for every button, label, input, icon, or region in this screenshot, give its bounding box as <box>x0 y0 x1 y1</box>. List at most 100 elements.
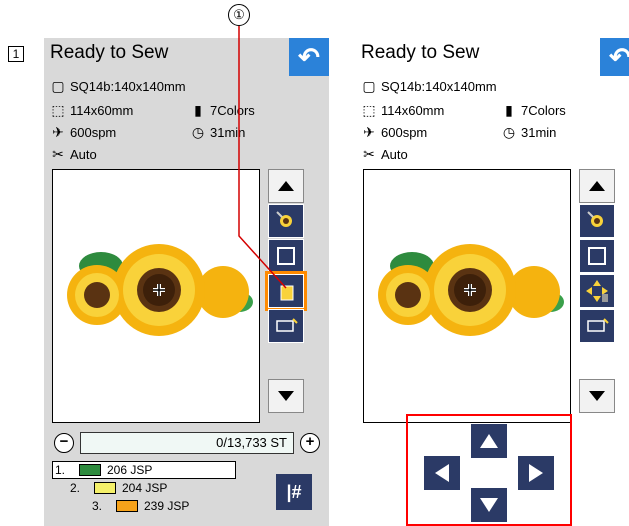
color-index: 3. <box>92 499 103 513</box>
size-info: ⬚ 114x60mm <box>50 102 133 119</box>
jog-button[interactable] <box>268 309 304 343</box>
speed-icon: ✈ <box>52 124 64 140</box>
move-arrows-icon <box>586 280 608 302</box>
scissors-icon: ✂ <box>363 146 375 162</box>
scroll-down-button[interactable] <box>268 379 304 413</box>
design-preview <box>363 169 571 423</box>
scissors-icon: ✂ <box>52 146 64 162</box>
time-info: ◷ 31min <box>501 124 557 141</box>
size-value: 114x60mm <box>70 103 134 118</box>
plus-button[interactable]: + <box>300 433 320 453</box>
arrow-up-icon <box>589 181 605 191</box>
thread-cut-value: Auto <box>70 147 97 162</box>
color-trace-button[interactable] <box>268 204 304 238</box>
trace-button[interactable] <box>579 239 615 273</box>
color-code: 206 JSP <box>107 463 153 477</box>
arrow-left-icon <box>435 464 449 482</box>
back-arrow-icon: ↶ <box>609 42 629 72</box>
panel-title: Ready to Sew <box>361 42 480 63</box>
design-size-icon: ⬚ <box>362 102 376 118</box>
thread-color-list: 1. 206 JSP 2. 204 JSP 3. 239 JSP <box>52 461 252 515</box>
back-button[interactable]: ↶ <box>289 38 329 76</box>
arrow-up-icon <box>278 181 294 191</box>
jog-button[interactable] <box>579 309 615 343</box>
jog-down-button[interactable] <box>471 488 507 522</box>
minus-button[interactable]: − <box>54 433 74 453</box>
color-trace-button[interactable] <box>579 204 615 238</box>
color-code: 239 JSP <box>144 499 190 513</box>
scroll-up-button[interactable] <box>268 169 304 203</box>
colors-info: ▮ 7Colors <box>190 102 255 119</box>
clock-icon: ◷ <box>191 124 205 140</box>
stitch-jump-button[interactable]: |# <box>276 474 312 510</box>
design-preview <box>52 169 260 423</box>
hoop-icon: ▢ <box>362 78 376 94</box>
scroll-down-button[interactable] <box>579 379 615 413</box>
thread-spool-icon: ▮ <box>505 102 513 118</box>
ready-to-sew-panel-left: Ready to Sew ↶ ▢ SQ14b:140x140mm ⬚ 114x6… <box>44 38 329 526</box>
speed-value: 600spm <box>381 125 428 140</box>
flower-icon <box>276 211 292 227</box>
list-item[interactable]: 3. 239 JSP <box>52 497 252 515</box>
ready-to-sew-panel-right: Ready to Sew ↶ ▢ SQ14b:140x140mm ⬚ 114x6… <box>355 38 629 526</box>
spool-icon <box>280 285 294 301</box>
thread-cut-info: ✂ Auto <box>361 146 408 163</box>
callout-number: ① <box>228 4 250 26</box>
speed-info: ✈ 600spm <box>50 124 116 141</box>
hoop-info: ▢ SQ14b:140x140mm <box>361 78 497 95</box>
color-swatch <box>79 464 101 476</box>
sunflower-design-image <box>378 244 564 336</box>
colors-value: 7Colors <box>210 103 255 118</box>
color-code: 204 JSP <box>122 481 168 495</box>
time-value: 31min <box>521 125 557 140</box>
list-item[interactable]: 1. 206 JSP <box>52 461 236 479</box>
thread-cut-value: Auto <box>381 147 408 162</box>
list-item[interactable]: 2. 204 JSP <box>52 479 252 497</box>
size-value: 114x60mm <box>381 103 445 118</box>
stitch-counter-row: − 0/13,733 ST + <box>54 431 320 455</box>
thread-spool-icon: ▮ <box>194 102 202 118</box>
stitch-counter: 0/13,733 ST <box>80 432 294 454</box>
back-arrow-icon: ↶ <box>298 42 320 72</box>
size-info: ⬚ 114x60mm <box>361 102 444 119</box>
arrow-down-icon <box>480 498 498 512</box>
arrow-down-icon <box>589 391 605 401</box>
color-index: 2. <box>70 481 81 495</box>
thread-cut-info: ✂ Auto <box>50 146 97 163</box>
thread-color-button[interactable] <box>265 271 307 311</box>
jog-left-button[interactable] <box>424 456 460 490</box>
hoop-value: SQ14b:140x140mm <box>381 79 497 94</box>
sunflower-design-image <box>67 244 253 336</box>
clock-icon: ◷ <box>502 124 516 140</box>
arrow-down-icon <box>278 391 294 401</box>
hoop-value: SQ14b:140x140mm <box>70 79 186 94</box>
time-value: 31min <box>210 125 246 140</box>
trace-button[interactable] <box>268 239 304 273</box>
design-size-icon: ⬚ <box>51 102 65 118</box>
back-button[interactable]: ↶ <box>600 38 629 76</box>
trace-frame-icon <box>277 247 295 265</box>
colors-value: 7Colors <box>521 103 566 118</box>
step-number: 1 <box>8 46 24 62</box>
color-index: 1. <box>55 463 66 477</box>
panel-title: Ready to Sew <box>50 42 169 63</box>
move-design-button[interactable] <box>579 274 615 308</box>
jog-up-button[interactable] <box>471 424 507 458</box>
hoop-info: ▢ SQ14b:140x140mm <box>50 78 186 95</box>
colors-info: ▮ 7Colors <box>501 102 566 119</box>
arrow-right-icon <box>529 464 543 482</box>
speed-icon: ✈ <box>363 124 375 140</box>
hoop-jog-icon <box>276 318 298 332</box>
time-info: ◷ 31min <box>190 124 246 141</box>
flower-icon <box>587 211 603 227</box>
hoop-jog-icon <box>587 318 609 332</box>
speed-value: 600spm <box>70 125 117 140</box>
color-swatch <box>94 482 116 494</box>
color-swatch <box>116 500 138 512</box>
jog-right-button[interactable] <box>518 456 554 490</box>
scroll-up-button[interactable] <box>579 169 615 203</box>
trace-frame-icon <box>588 247 606 265</box>
hoop-icon: ▢ <box>51 78 65 94</box>
speed-info: ✈ 600spm <box>361 124 427 141</box>
arrow-up-icon <box>480 434 498 448</box>
